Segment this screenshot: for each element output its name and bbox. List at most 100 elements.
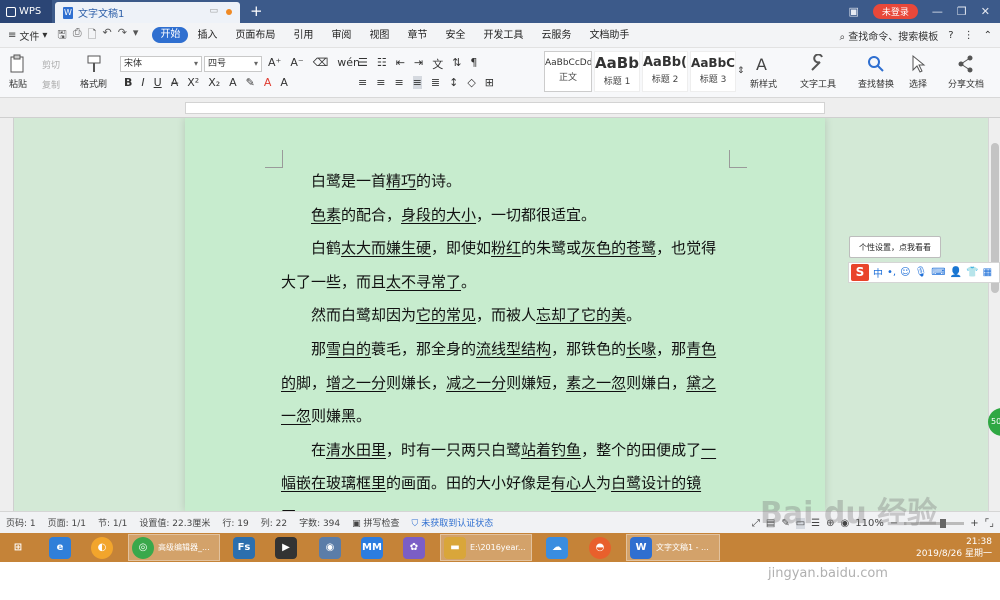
help-button[interactable]: ? [948, 30, 953, 41]
tab-page-layout[interactable]: 页面布局 [226, 23, 284, 48]
select-button[interactable]: 选择 [908, 54, 928, 90]
styles-scroll-icon[interactable]: ⇕ [737, 66, 745, 76]
login-button[interactable]: 未登录 [872, 4, 918, 19]
font-color-icon[interactable]: A [264, 76, 272, 89]
print-preview-icon[interactable]: 🗋 [88, 26, 97, 45]
ime-punctuation[interactable]: •, [887, 267, 896, 278]
align-right-icon[interactable]: ≡ [394, 76, 403, 89]
restore-button[interactable]: ❐ [957, 5, 967, 18]
document-paragraph[interactable]: 然而白鹭却因为它的常见，而被人忘却了它的美。 [281, 299, 731, 333]
spell-check-button[interactable]: ▣ 拼写检查 [346, 516, 405, 529]
document-paragraph[interactable]: 在清水田里，时有一只两只白鹭站着钓鱼，整个的田便成了一幅嵌在玻璃框里的画面。田的… [281, 434, 731, 511]
undo-icon[interactable]: ↶ [102, 26, 111, 45]
skin-shirt-icon[interactable]: 👕 [966, 267, 978, 278]
outdent-icon[interactable]: ⇤ [396, 56, 405, 72]
tab-developer[interactable]: 开发工具 [474, 23, 532, 48]
command-search[interactable]: ⌕ 查找命令、搜索模板 [840, 28, 939, 43]
style-heading2[interactable]: AaBb( 标题 2 [642, 51, 688, 92]
redo-icon[interactable]: ↷ [118, 26, 127, 45]
superscript-icon[interactable]: X² [187, 76, 199, 89]
status-word-count[interactable]: 字数: 394 [293, 516, 346, 529]
tab-view[interactable]: 视图 [360, 23, 398, 48]
taskbar-item-wps[interactable]: W 文字文稿1 - ... [626, 534, 720, 561]
toolbox-icon[interactable]: ▦ [983, 267, 992, 278]
bold-icon[interactable]: B [124, 76, 132, 89]
document-paragraph[interactable]: 那雪白的蓑毛，那全身的流线型结构，那铁色的长喙，那青色的脚，增之一分则嫌长，减之… [281, 333, 731, 434]
italic-icon[interactable]: I [141, 76, 144, 89]
collapse-ribbon-icon[interactable]: ⌃ [984, 30, 992, 41]
style-heading1[interactable]: AaBb 标题 1 [594, 51, 640, 92]
file-menu[interactable]: ≡ 文件 ▾ [8, 28, 47, 43]
print-icon[interactable]: ⎙ [73, 26, 82, 45]
mm-taskbar-button[interactable]: MM [358, 534, 383, 561]
tab-doc-assistant[interactable]: 文档助手 [580, 23, 638, 48]
shrink-font-icon[interactable]: A⁻ [290, 56, 303, 69]
font-name-select[interactable]: 宋体 [120, 56, 202, 72]
new-style-button[interactable]: A 新样式 [750, 54, 777, 90]
document-paragraph[interactable]: 色素的配合，身段的大小，一切都很适宜。 [281, 199, 731, 233]
tab-cloud[interactable]: 云服务 [532, 23, 580, 48]
more-options-icon[interactable]: ⋮ [964, 30, 974, 41]
horizontal-ruler[interactable] [0, 98, 1000, 118]
align-left-icon[interactable]: ≡ [358, 76, 367, 89]
sort-icon[interactable]: ⇅ [452, 56, 461, 72]
tab-window-icon[interactable]: ▭ [209, 6, 218, 16]
skin-icon[interactable]: ▣ [848, 5, 858, 18]
ime-mode[interactable]: 中 [873, 265, 883, 280]
document-paragraph[interactable]: 白鹭是一首精巧的诗。 [281, 165, 731, 199]
user-icon[interactable]: 👤 [950, 267, 962, 278]
chinese-layout-icon[interactable]: 文 [432, 56, 443, 72]
clock-time[interactable]: 21:38 [916, 536, 992, 548]
tab-insert[interactable]: 插入 [188, 23, 226, 48]
show-marks-icon[interactable]: ¶ [470, 56, 477, 72]
fs-taskbar-button[interactable]: Fs [230, 534, 255, 561]
save-icon[interactable]: 🖫 [57, 26, 66, 45]
tab-home[interactable]: 开始 [152, 26, 189, 43]
border-icon[interactable]: ⊞ [485, 76, 494, 89]
strikethrough-icon[interactable]: A̶ [171, 76, 179, 89]
fullscreen-icon[interactable]: ⤢ [752, 518, 760, 529]
document-paragraph[interactable]: 白鹤太大而嫌生硬，即使如粉红的朱鹭或灰色的苍鹭，也觉得大了一些，而且太不寻常了。 [281, 232, 731, 299]
paste-button[interactable]: 粘贴 [8, 54, 28, 90]
text-tools-button[interactable]: 文字工具 [800, 54, 836, 90]
share-document-button[interactable]: 分享文档 [948, 54, 984, 90]
format-painter-button[interactable]: 格式刷 [80, 54, 107, 90]
minimize-button[interactable]: — [932, 5, 943, 18]
indent-icon[interactable]: ⇥ [414, 56, 423, 72]
paint-taskbar-button[interactable]: ✿ [400, 534, 425, 561]
ie-taskbar-button[interactable]: e [46, 534, 71, 561]
ime-toolbar[interactable]: S 中 •, ☺ 🎙 ⌨ 👤 👕 ▦ [848, 262, 1000, 283]
zoom-in-button[interactable]: + [970, 518, 978, 529]
bullet-list-icon[interactable]: ☰ [358, 56, 368, 72]
zoom-slider-knob[interactable] [940, 518, 947, 528]
tab-chapter[interactable]: 章节 [398, 23, 436, 48]
vertical-scrollbar[interactable] [988, 118, 1000, 511]
underline-icon[interactable]: U [154, 76, 162, 89]
sogou-logo-icon[interactable]: S [851, 264, 869, 281]
document-page[interactable]: 白鹭是一首精巧的诗。 色素的配合，身段的大小，一切都很适宜。 白鹤太大而嫌生硬，即使… [185, 118, 825, 511]
font-size-select[interactable]: 四号 [204, 56, 262, 72]
new-tab-button[interactable]: + [250, 2, 263, 20]
justify-icon[interactable]: ≡ [412, 76, 422, 89]
document-body-text[interactable]: 白鹭是一首精巧的诗。 色素的配合，身段的大小，一切都很适宜。 白鹤太大而嫌生硬，即使… [281, 165, 731, 511]
clock-date[interactable]: 2019/8/26 星期一 [916, 548, 992, 560]
pinyin-guide-icon[interactable]: wén [337, 56, 360, 69]
start-button[interactable]: ⊞ [4, 534, 29, 561]
tab-references[interactable]: 引用 [284, 23, 322, 48]
align-center-icon[interactable]: ≡ [376, 76, 385, 89]
wps-home-tab[interactable]: WPS [0, 0, 52, 23]
grow-font-icon[interactable]: A⁺ [268, 56, 281, 69]
taskbar-item-explorer[interactable]: ▬ E:\2016year... [440, 534, 532, 561]
vertical-ruler[interactable] [0, 118, 14, 511]
voice-icon[interactable]: 🎙 [915, 267, 928, 278]
highlight-icon[interactable]: ✎ [246, 76, 255, 89]
auth-status[interactable]: ⛉ 未获取到认证状态 [406, 516, 500, 529]
screenshot-taskbar-button[interactable]: ◉ [316, 534, 341, 561]
style-heading3[interactable]: AaBbC 标题 3 [690, 51, 736, 92]
tab-security[interactable]: 安全 [436, 23, 474, 48]
quick-access-more-icon[interactable]: ▾ [133, 26, 139, 45]
distribute-icon[interactable]: ≣ [431, 76, 440, 89]
cloud-taskbar-button[interactable]: ☁ [543, 534, 568, 561]
cut-button[interactable]: 剪切 [42, 58, 60, 71]
system-tray[interactable]: 21:38 2019/8/26 星期一 [916, 534, 992, 561]
